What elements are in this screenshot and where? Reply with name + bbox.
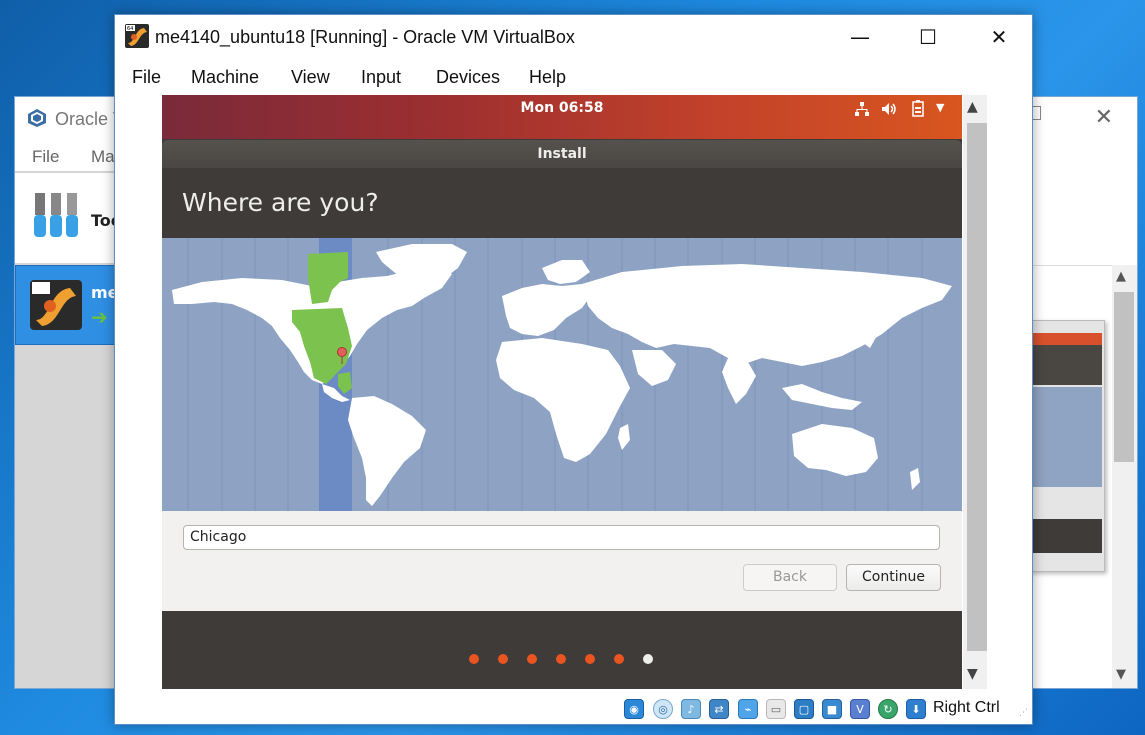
manager-menu-machine[interactable]: Ma bbox=[91, 147, 115, 167]
maximize-button[interactable]: ☐ bbox=[893, 15, 963, 61]
manager-scrollbar-thumb[interactable] bbox=[1114, 292, 1134, 462]
progress-dot-6 bbox=[614, 654, 624, 664]
timezone-map[interactable] bbox=[162, 238, 962, 511]
manager-menu-file[interactable]: File bbox=[32, 147, 59, 167]
manager-scroll-up-icon[interactable]: ▲ bbox=[1116, 269, 1126, 284]
vm-app-icon: 64 bbox=[125, 24, 149, 48]
vm-scroll-up-icon[interactable]: ▲ bbox=[967, 99, 978, 115]
installer-footer bbox=[162, 611, 962, 689]
manager-close-button[interactable]: ✕ bbox=[1095, 105, 1113, 130]
vm-window[interactable]: 64 me4140_ubuntu18 [Running] - Oracle VM… bbox=[114, 14, 1033, 725]
progress-dot-2 bbox=[498, 654, 508, 664]
vm-scrollbar-thumb[interactable] bbox=[967, 123, 987, 651]
menubar: File Machine View Input Devices Help bbox=[115, 61, 1032, 95]
panel-clock[interactable]: Mon 06:58 bbox=[162, 100, 962, 116]
audio-icon[interactable]: ♪ bbox=[681, 699, 701, 719]
shared-folders-icon[interactable]: ▭ bbox=[766, 699, 786, 719]
progress-dot-3 bbox=[527, 654, 537, 664]
window-title: me4140_ubuntu18 [Running] - Oracle VM Vi… bbox=[155, 27, 575, 47]
usb-icon[interactable]: ⌁ bbox=[738, 699, 758, 719]
progress-dot-1 bbox=[469, 654, 479, 664]
menu-view[interactable]: View bbox=[291, 67, 330, 88]
battery-icon[interactable] bbox=[912, 100, 924, 117]
timezone-input[interactable]: Chicago bbox=[183, 525, 940, 550]
dropdown-icon[interactable]: ▼ bbox=[936, 101, 944, 114]
close-button[interactable]: ✕ bbox=[964, 15, 1034, 61]
minimize-button[interactable]: — bbox=[825, 15, 895, 61]
ubuntu-vm-icon bbox=[30, 280, 82, 330]
vm-statusbar: ◉ ◎ ♪ ⇄ ⌁ ▭ ▢ ■ V ↻ ⬇ Right Ctrl bbox=[115, 692, 1032, 724]
virtualbox-logo-icon bbox=[28, 109, 46, 127]
installer-titlebar: Install bbox=[162, 140, 962, 168]
mouse-integration-icon[interactable]: ↻ bbox=[878, 699, 898, 719]
virtualization-icon[interactable]: V bbox=[850, 699, 870, 719]
vm-app-icon-badge: 64 bbox=[127, 26, 133, 32]
installer-heading: Where are you? bbox=[182, 188, 379, 217]
vm-scroll-down-icon[interactable]: ▼ bbox=[967, 666, 978, 682]
continue-button[interactable]: Continue bbox=[846, 564, 941, 591]
menu-help[interactable]: Help bbox=[529, 67, 566, 88]
host-key-label: Right Ctrl bbox=[933, 699, 1000, 716]
manager-scroll-down-icon[interactable]: ▼ bbox=[1116, 667, 1126, 682]
manager-divider bbox=[1033, 265, 1113, 266]
display-icon[interactable]: ▢ bbox=[794, 699, 814, 719]
manager-vm-preview bbox=[1030, 320, 1105, 572]
progress-dot-7 bbox=[643, 654, 653, 664]
video-capture-icon[interactable]: ■ bbox=[822, 699, 842, 719]
menu-input[interactable]: Input bbox=[361, 67, 401, 88]
progress-dot-5 bbox=[585, 654, 595, 664]
menu-devices[interactable]: Devices bbox=[436, 67, 500, 88]
volume-icon[interactable] bbox=[881, 101, 897, 117]
resize-grip-icon[interactable]: ⋰ bbox=[1019, 708, 1028, 718]
optical-disk-icon[interactable]: ◎ bbox=[653, 699, 673, 719]
guest-display[interactable]: Mon 06:58 ▼ Install Where are you? Chica… bbox=[162, 95, 962, 689]
progress-dot-4 bbox=[556, 654, 566, 664]
tools-icon bbox=[34, 193, 78, 237]
running-arrow-icon: ➔ bbox=[91, 305, 108, 329]
vm-titlebar[interactable]: 64 me4140_ubuntu18 [Running] - Oracle VM… bbox=[115, 15, 1032, 61]
keyboard-capture-icon[interactable]: ⬇ bbox=[906, 699, 926, 719]
menu-file[interactable]: File bbox=[132, 67, 161, 88]
menu-machine[interactable]: Machine bbox=[191, 67, 259, 88]
network-icon[interactable] bbox=[854, 101, 870, 117]
hard-disk-icon[interactable]: ◉ bbox=[624, 699, 644, 719]
ubuntu-top-panel: Mon 06:58 ▼ bbox=[162, 95, 962, 139]
back-button[interactable]: Back bbox=[743, 564, 837, 591]
network-icon[interactable]: ⇄ bbox=[709, 699, 729, 719]
